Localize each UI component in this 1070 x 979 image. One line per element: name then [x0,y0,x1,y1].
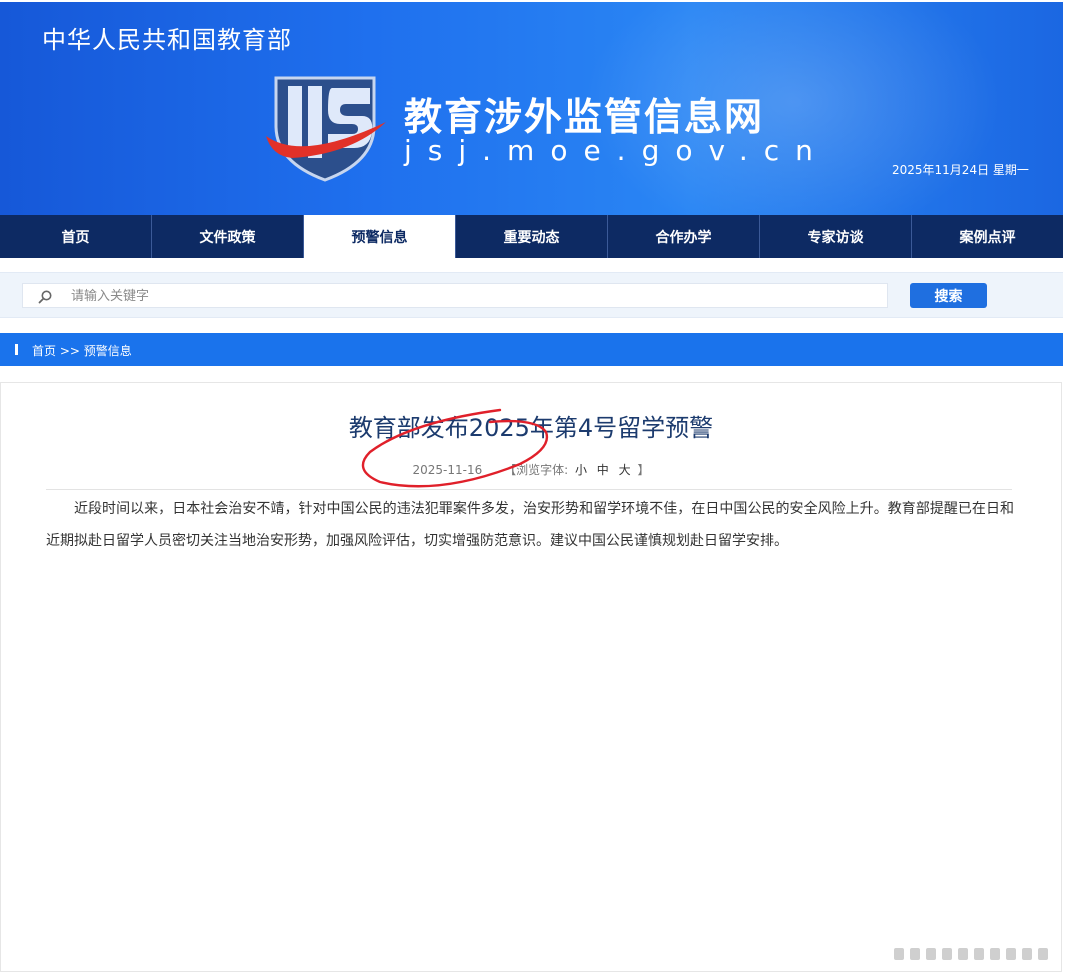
nav-item-expert-interviews[interactable]: 专家访谈 [760,215,912,258]
article-panel: 教育部发布2025年第4号留学预警 2025-11-16 【浏览字体: 小 中 … [0,382,1062,972]
search-input[interactable] [69,285,873,308]
site-title: 教育涉外监管信息网 [404,94,765,139]
article-body: 近段时间以来，日本社会治安不靖，针对中国公民的违法犯罪案件多发，治安形势和留学环… [46,501,1014,549]
nav-item-warning-info[interactable]: 预警信息 [304,215,456,258]
header-date: 2025年11月24日 星期一 [892,163,1029,177]
font-size-large[interactable]: 大 [619,463,631,477]
search-bar: 搜索 [0,272,1063,318]
breadcrumb-home-link[interactable]: 首页 [32,344,56,358]
breadcrumb-separator: >> [59,344,80,358]
font-size-small[interactable]: 小 [575,463,587,477]
article-date: 2025-11-16 [412,463,483,477]
breadcrumb-path: 首页 >> 预警信息 [32,342,132,359]
font-size-label: 【浏览字体: [504,463,569,477]
ministry-name: 中华人民共和国教育部 [42,26,292,54]
font-size-medium[interactable]: 中 [597,463,609,477]
font-size-close: 】 [637,463,650,477]
search-box[interactable] [22,283,888,308]
site-domain: jsj.moe.gov.cn [404,134,829,167]
article-meta: 2025-11-16 【浏览字体: 小 中 大 】 [1,461,1061,478]
search-button[interactable]: 搜索 [910,283,987,308]
main-nav: 首页 文件政策 预警信息 重要动态 合作办学 专家访谈 案例点评 [0,215,1063,258]
search-icon [38,290,52,304]
nav-item-case-reviews[interactable]: 案例点评 [912,215,1063,258]
nav-item-policy-documents[interactable]: 文件政策 [152,215,304,258]
breadcrumb-current[interactable]: 预警信息 [84,344,132,358]
nav-item-home[interactable]: 首页 [0,215,152,258]
site-logo [266,76,386,182]
header-banner: 中华人民共和国教育部 教育涉外监管信息网 jsj.moe.gov.cn 2025… [0,2,1063,215]
watermark-dots [894,948,1048,960]
nav-item-cooperative-education[interactable]: 合作办学 [608,215,760,258]
article-title: 教育部发布2025年第4号留学预警 [348,414,714,442]
breadcrumb-marker [15,344,18,355]
breadcrumb: 首页 >> 预警信息 [0,333,1063,366]
article-divider [46,489,1012,490]
nav-item-important-news[interactable]: 重要动态 [456,215,608,258]
